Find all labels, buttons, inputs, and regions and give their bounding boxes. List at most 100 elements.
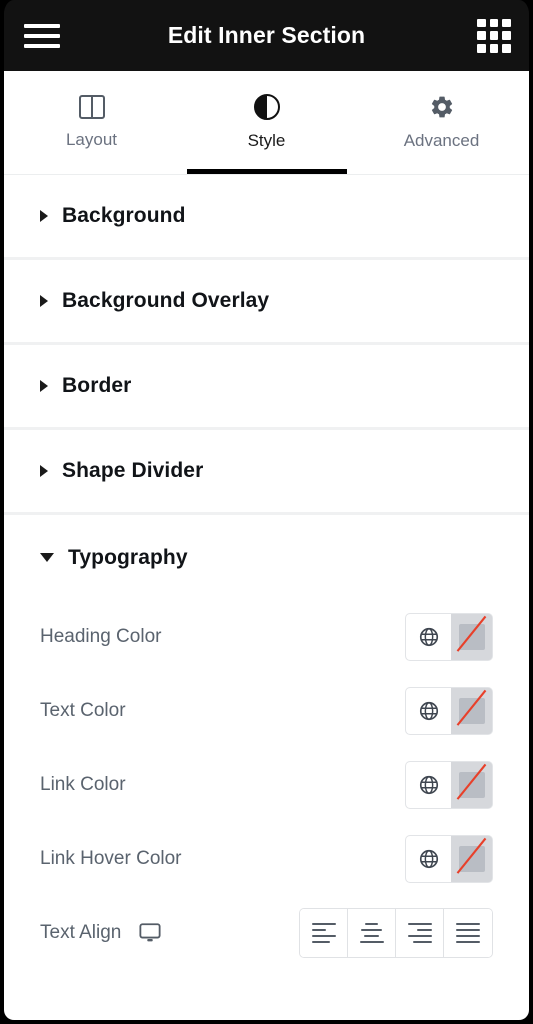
align-line [311,928,327,932]
grid-cell [502,18,511,28]
control-label: Text Align [40,922,122,943]
align-line [407,922,432,926]
align-right-button[interactable] [396,909,444,957]
caret-right-icon [40,210,48,222]
align-line [456,934,480,938]
section-title: Background [62,204,186,227]
caret-right-icon [40,465,48,477]
tab-advanced-label: Advanced [403,131,480,150]
grid-cell [502,31,511,40]
grid-cell [477,18,486,28]
globe-icon [419,849,438,869]
no-color-slash-icon [456,615,487,652]
text-align-button-group [299,908,493,958]
control-label: Link Color [40,774,126,795]
link-hover-color-picker[interactable] [405,835,493,883]
no-color-slash-icon [456,837,487,874]
control-label: Text Color [40,700,126,721]
tab-advanced[interactable]: Advanced [354,71,529,174]
no-color-slash-icon [456,689,487,726]
align-left-icon [311,922,336,944]
caret-down-icon [40,553,54,562]
section-background-overlay[interactable]: Background Overlay [4,260,529,345]
align-center-button[interactable] [348,909,396,957]
gear-icon [431,96,452,118]
globe-icon [419,775,438,795]
color-swatch-empty[interactable] [451,614,492,660]
align-line [361,928,382,932]
section-title: Border [62,374,132,397]
desktop-icon[interactable] [139,923,161,943]
tab-layout-label: Layout [65,130,118,149]
settings-list: Background Background Overlay Border Sha… [4,175,529,1020]
align-line [456,940,480,944]
grid-cell [489,18,499,28]
panel-header: Edit Inner Section [4,0,529,71]
align-line [412,940,432,944]
link-color-picker[interactable] [405,761,493,809]
align-line [359,940,384,944]
control-link-hover-color: Link Hover Color [40,822,493,896]
align-justify-button[interactable] [444,909,492,957]
hamburger-bar [24,43,60,48]
tab-active-underline [186,169,347,174]
align-line [311,940,331,944]
align-line [311,934,336,938]
caret-right-icon [40,380,48,392]
page-title: Edit Inner Section [167,22,366,48]
control-label: Link Hover Color [40,848,182,869]
globe-icon [419,627,438,647]
align-line [311,922,336,926]
section-border[interactable]: Border [4,345,529,430]
grid-cell [489,43,499,53]
color-swatch-empty[interactable] [451,762,492,808]
align-line [456,922,480,926]
grid-cell [489,31,499,40]
contrast-icon [253,94,280,120]
align-line [364,934,379,938]
section-title: Typography [68,545,188,569]
no-color-slash-icon [456,763,487,800]
align-line [416,928,432,932]
grid-cell [502,43,511,53]
hamburger-bar [24,33,60,38]
color-swatch-empty[interactable] [451,688,492,734]
editor-panel-frame: Edit Inner Section Layout Style Advanced [0,0,533,1024]
global-color-button[interactable] [406,688,451,734]
section-title: Shape Divider [62,459,204,482]
control-link-color: Link Color [40,748,493,822]
section-typography[interactable]: Typography [4,515,529,600]
color-swatch-empty[interactable] [451,836,492,882]
heading-color-picker[interactable] [405,613,493,661]
column-left [81,97,93,117]
align-line [407,934,432,938]
column-right [93,97,103,117]
text-color-picker[interactable] [405,687,493,735]
global-color-button[interactable] [406,836,451,882]
control-label: Heading Color [40,626,162,647]
tab-style-label: Style [247,131,286,150]
tab-style[interactable]: Style [179,71,354,174]
align-right-icon [407,922,432,944]
grid-cell [477,43,486,53]
align-center-icon [359,922,384,944]
control-heading-color: Heading Color [40,600,493,674]
section-title: Background Overlay [62,289,270,312]
globe-icon [419,701,438,721]
hamburger-bar [24,23,60,28]
hamburger-menu-icon[interactable] [22,16,62,56]
columns-icon [78,95,105,119]
align-line [456,928,480,932]
section-shape-divider[interactable]: Shape Divider [4,430,529,515]
caret-right-icon [40,295,48,307]
tab-layout[interactable]: Layout [4,71,179,174]
global-color-button[interactable] [406,614,451,660]
control-text-color: Text Color [40,674,493,748]
align-justify-icon [456,922,480,944]
section-background[interactable]: Background [4,175,529,260]
typography-controls: Heading Color Text Color Link Color Link… [4,600,529,980]
apps-grid-icon[interactable] [477,18,511,53]
align-left-button[interactable] [300,909,348,957]
global-color-button[interactable] [406,762,451,808]
align-line [365,922,378,926]
